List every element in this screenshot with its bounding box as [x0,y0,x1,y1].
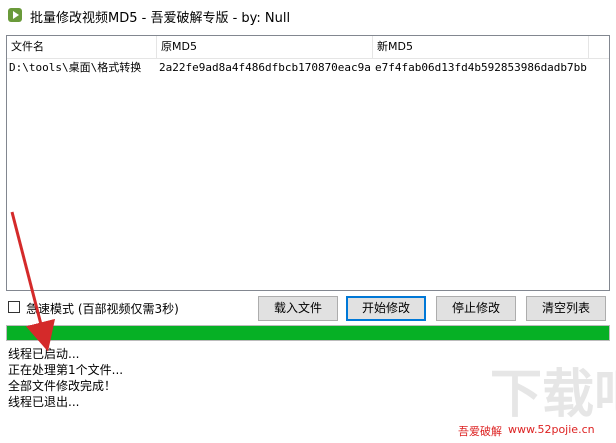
watermark-right: www.52pojie.cn [508,423,595,436]
watermark-big: 下载吧 [490,365,616,425]
watermark-left: 吾爱破解 [458,425,502,438]
